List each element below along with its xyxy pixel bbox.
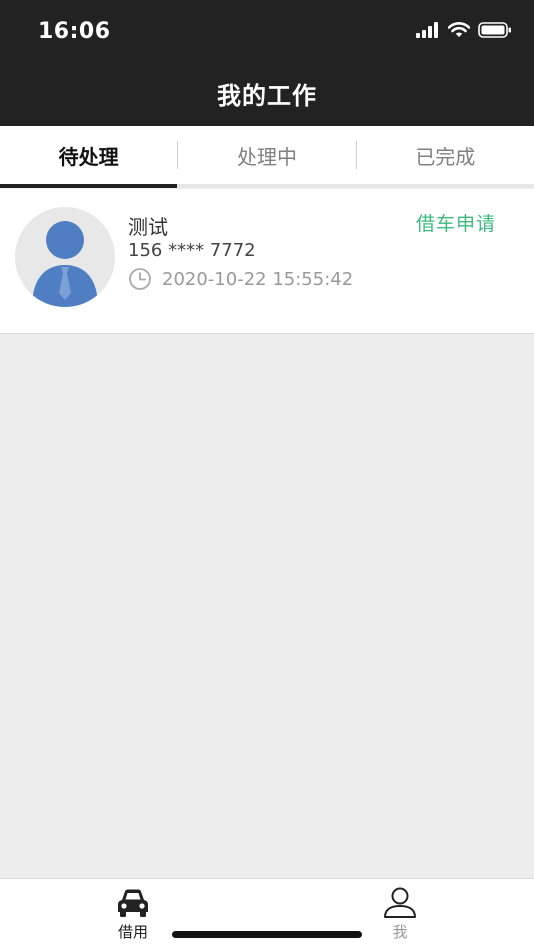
applicant-phone: 156 **** 7772 [128, 240, 256, 261]
wifi-icon [448, 22, 470, 37]
person-icon [384, 887, 416, 918]
tab-in-progress[interactable]: 处理中 [178, 126, 355, 184]
bottom-tabbar: 借用 我 [0, 878, 534, 951]
clock-icon [129, 268, 151, 290]
header: 16:06 我的工作 [0, 0, 534, 126]
time-row: 2020-10-22 15:55:42 [128, 267, 353, 291]
tabbar-label-me: 我 [392, 923, 408, 941]
home-indicator [172, 931, 362, 938]
tab-completed[interactable]: 已完成 [357, 126, 534, 184]
request-type-label: 借车申请 [415, 213, 496, 235]
person-avatar-icon [15, 207, 115, 307]
status-icons [416, 22, 512, 38]
signal-icon [416, 22, 438, 38]
applicant-name: 测试 [128, 215, 168, 239]
status-tabs: 待处理 处理中 已完成 [0, 126, 534, 188]
car-icon [118, 889, 148, 917]
status-time: 16:06 [38, 19, 111, 44]
tabbar-item-borrow[interactable]: 借用 [93, 887, 173, 942]
battery-icon [478, 22, 511, 38]
tabbar-item-me[interactable]: 我 [360, 887, 440, 942]
page-title: 我的工作 [217, 82, 317, 110]
list-item[interactable]: 测试 156 **** 7772 2020-10-22 15:55:42 借车申… [0, 189, 534, 334]
tabbar-label-borrow: 借用 [117, 923, 148, 941]
request-time: 2020-10-22 15:55:42 [162, 268, 354, 290]
tab-pending[interactable]: 待处理 [0, 126, 178, 188]
